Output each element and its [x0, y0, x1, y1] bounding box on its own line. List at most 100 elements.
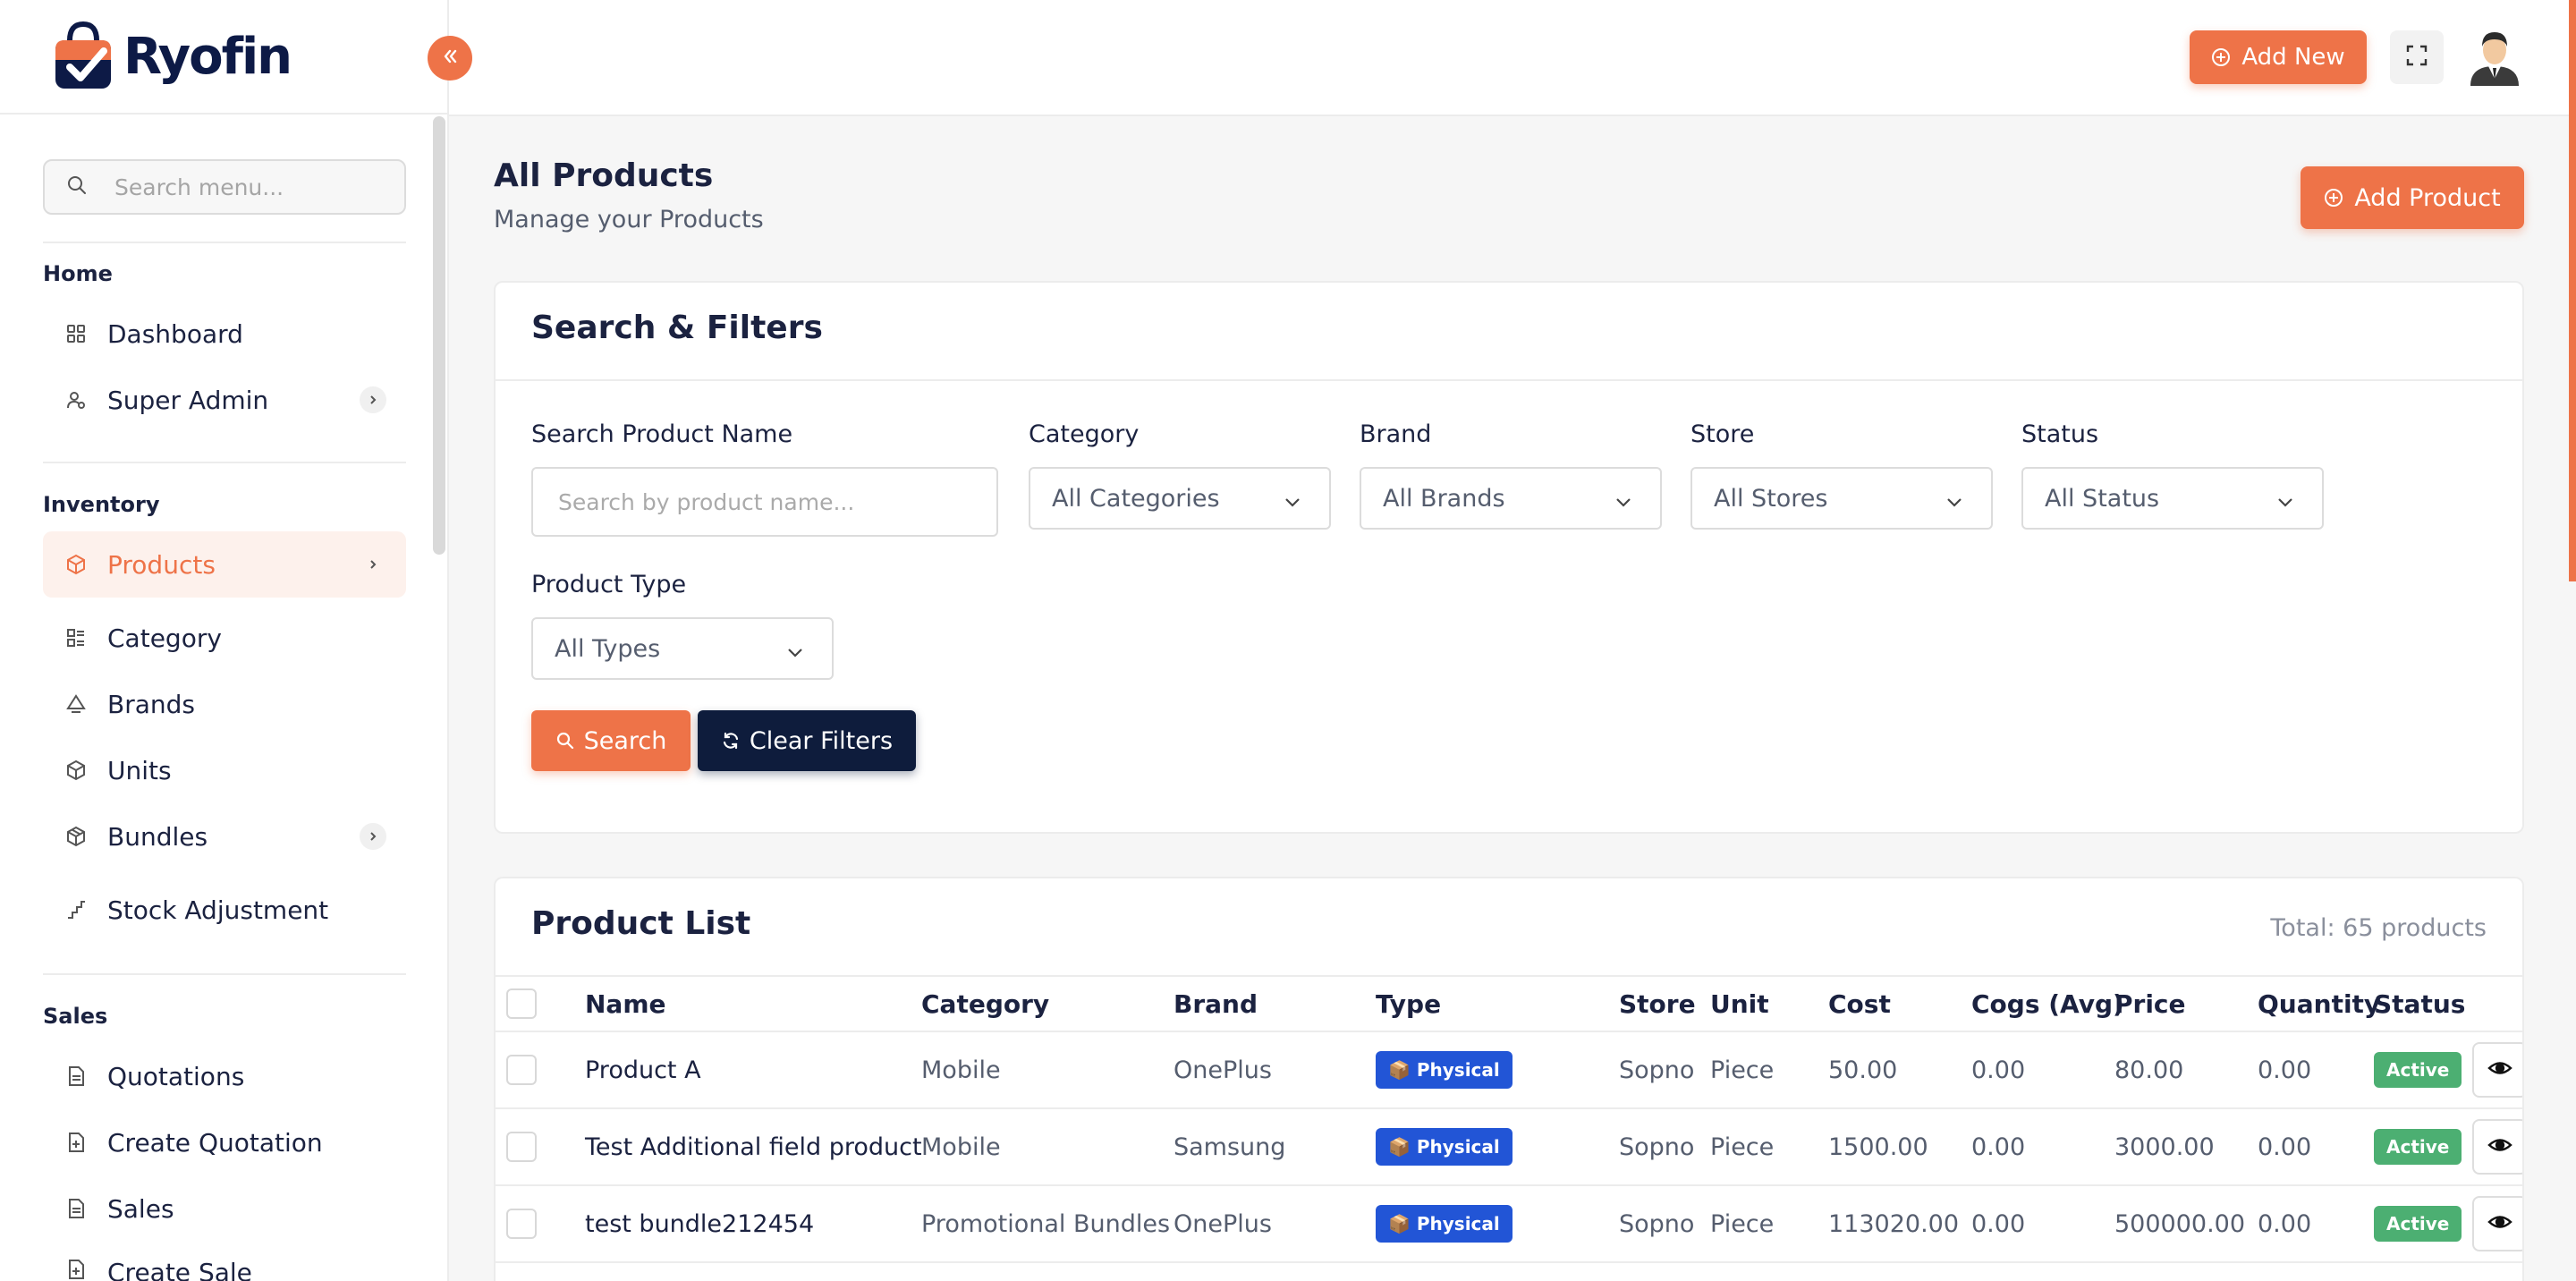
product-list-card: Product List Total: 65 products Name Cat…	[494, 877, 2524, 1281]
row-checkbox[interactable]	[506, 1209, 537, 1239]
sidebar-item-category[interactable]: Category	[43, 605, 406, 671]
status-badge: Active	[2374, 1052, 2462, 1088]
cell-brand: OnePlus	[1174, 1056, 1272, 1084]
status-label: Status	[2021, 420, 2099, 448]
column-header-status[interactable]: Status	[2374, 989, 2465, 1019]
column-header-category[interactable]: Category	[921, 989, 1049, 1019]
add-product-label: Add Product	[2354, 183, 2501, 212]
eye-icon	[2487, 1209, 2513, 1239]
menu-search-input[interactable]	[114, 174, 383, 200]
cell-quantity: 0.00	[2258, 1209, 2312, 1238]
search-product-label: Search Product Name	[531, 420, 793, 448]
logo-bag-icon	[52, 21, 114, 92]
brand-select[interactable]: All Brands	[1360, 467, 1662, 530]
sidebar-item-create-quotation[interactable]: Create Quotation	[43, 1109, 406, 1175]
cell-name: Product A	[585, 1056, 701, 1084]
column-header-unit[interactable]: Unit	[1710, 989, 1769, 1019]
table-row[interactable]: test bundle212454 Promotional Bundles On…	[496, 1186, 2522, 1263]
logo-text: Ryofin	[123, 27, 292, 86]
sidebar-item-dashboard[interactable]: Dashboard	[43, 301, 406, 367]
select-all-checkbox[interactable]	[506, 988, 537, 1019]
table-row[interactable]: Test Additional field product Mobile Sam…	[496, 1109, 2522, 1186]
chevron-right-icon[interactable]	[360, 386, 386, 413]
type-badge: 📦 Physical	[1376, 1051, 1513, 1089]
sidebar-item-create-sale[interactable]: Create Sale	[43, 1242, 406, 1281]
cell-quantity: 0.00	[2258, 1133, 2312, 1161]
cell-price: 80.00	[2114, 1056, 2184, 1084]
sidebar-item-super-admin[interactable]: Super Admin	[43, 367, 406, 433]
cell-cost: 113020.00	[1828, 1209, 1960, 1238]
column-header-price[interactable]: Price	[2114, 989, 2186, 1019]
table-row[interactable]: Product A Mobile OnePlus 📦 Physical Sopn…	[496, 1032, 2522, 1109]
filters-card: Search & Filters Search Product Name Cat…	[494, 281, 2524, 834]
column-header-name[interactable]: Name	[585, 989, 666, 1019]
cell-cogs: 0.00	[1971, 1133, 2026, 1161]
view-button[interactable]	[2472, 1042, 2522, 1098]
eye-icon	[2487, 1132, 2513, 1162]
add-product-button[interactable]: Add Product	[2301, 166, 2524, 229]
double-chevron-left-icon	[440, 47, 460, 70]
page-title: All Products	[494, 157, 714, 194]
cell-brand: Samsung	[1174, 1133, 1286, 1161]
sidebar-item-bundles[interactable]: Bundles	[43, 803, 406, 870]
avatar[interactable]	[2465, 27, 2524, 86]
plus-circle-icon	[2211, 47, 2231, 67]
status-select[interactable]: All Status	[2021, 467, 2324, 530]
sidebar-item-brands[interactable]: Brands	[43, 671, 406, 737]
column-header-store[interactable]: Store	[1619, 989, 1696, 1019]
row-checkbox[interactable]	[506, 1132, 537, 1162]
cell-quantity: 0.00	[2258, 1056, 2312, 1084]
sidebar-item-units[interactable]: Units	[43, 737, 406, 803]
sidebar-item-stock-adjustment[interactable]: Stock Adjustment	[43, 877, 406, 943]
column-header-quantity[interactable]: Quantity	[2258, 989, 2380, 1019]
product-list-title: Product List	[531, 905, 751, 942]
cube-icon	[64, 759, 88, 782]
menu-search[interactable]	[43, 159, 406, 215]
search-button[interactable]: Search	[531, 710, 691, 771]
page-scrollbar[interactable]	[2569, 0, 2576, 581]
sidebar-item-sales[interactable]: Sales	[43, 1175, 406, 1242]
cell-category: Mobile	[921, 1133, 1001, 1161]
document-add-icon	[64, 1131, 88, 1154]
category-select-value: All Categories	[1052, 484, 1220, 513]
row-checkbox[interactable]	[506, 1055, 537, 1085]
plus-circle-icon	[2324, 188, 2343, 208]
sidebar-item-label: Units	[107, 755, 172, 785]
clear-filters-button[interactable]: Clear Filters	[698, 710, 916, 771]
fullscreen-button[interactable]	[2390, 30, 2444, 84]
refresh-icon	[721, 731, 741, 751]
divider	[496, 379, 2522, 381]
sidebar-item-quotations[interactable]: Quotations	[43, 1043, 406, 1109]
sidebar: Ryofin Home Dashboard Super Admin Invent…	[0, 0, 449, 1281]
logo[interactable]: Ryofin	[0, 0, 447, 115]
section-home: Home	[43, 261, 113, 286]
category-label: Category	[1029, 420, 1140, 448]
filters-title: Search & Filters	[531, 310, 823, 346]
sidebar-scrollbar[interactable]	[433, 116, 445, 555]
document-icon	[64, 1065, 88, 1088]
collapse-sidebar-button[interactable]	[428, 36, 472, 81]
view-button[interactable]	[2472, 1119, 2522, 1175]
status-badge: Active	[2374, 1129, 2462, 1165]
table-row[interactable]	[496, 1263, 2522, 1281]
column-header-cost[interactable]: Cost	[1828, 989, 1891, 1019]
status-badge: Active	[2374, 1206, 2462, 1242]
user-admin-icon	[64, 388, 88, 411]
stairs-icon	[64, 898, 88, 921]
chevron-right-icon[interactable]	[360, 551, 386, 578]
add-new-button[interactable]: Add New	[2190, 30, 2367, 84]
chevron-right-icon[interactable]	[360, 823, 386, 850]
product-type-select[interactable]: All Types	[531, 617, 834, 680]
status-select-value: All Status	[2045, 484, 2160, 513]
view-button[interactable]	[2472, 1196, 2522, 1251]
column-header-type[interactable]: Type	[1376, 989, 1441, 1019]
product-search-input[interactable]	[531, 467, 998, 537]
sidebar-item-label: Stock Adjustment	[107, 895, 329, 925]
column-header-brand[interactable]: Brand	[1174, 989, 1258, 1019]
store-select-value: All Stores	[1714, 484, 1828, 513]
sidebar-item-products[interactable]: Products	[43, 531, 406, 598]
column-header-cogs[interactable]: Cogs (Avg)	[1971, 989, 2124, 1019]
store-select[interactable]: All Stores	[1690, 467, 1993, 530]
chevron-down-icon	[1614, 490, 1633, 518]
category-select[interactable]: All Categories	[1029, 467, 1331, 530]
